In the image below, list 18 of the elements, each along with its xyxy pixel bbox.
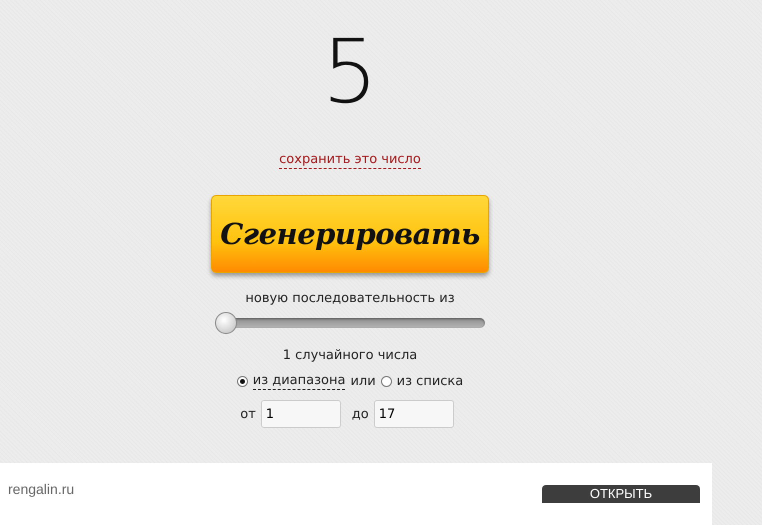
open-button[interactable]: ОТКРЫТЬ	[542, 485, 700, 503]
range-field[interactable]: 17	[374, 400, 454, 428]
count-label: 1 случайного числа	[282, 348, 418, 363]
option-connector: или	[350, 374, 376, 389]
generate-button[interactable]: Сгенерировать	[211, 195, 489, 273]
range-field[interactable]: 1	[260, 400, 341, 428]
count-slider[interactable]	[215, 312, 485, 334]
option-label[interactable]: из списка	[396, 374, 464, 390]
save-link[interactable]: сохранить это число	[279, 152, 421, 169]
range-label: до	[352, 406, 369, 422]
site-name: rengalin.ru	[8, 481, 74, 499]
range-label: от	[240, 406, 256, 422]
option-label[interactable]: из диапазона	[252, 373, 346, 390]
slider-thumb[interactable]	[215, 312, 237, 334]
radio-button[interactable]	[380, 376, 392, 387]
radio-button[interactable]	[236, 376, 248, 387]
random-number: 5	[322, 22, 378, 122]
sequence-label: новую последовательность из	[245, 291, 455, 306]
